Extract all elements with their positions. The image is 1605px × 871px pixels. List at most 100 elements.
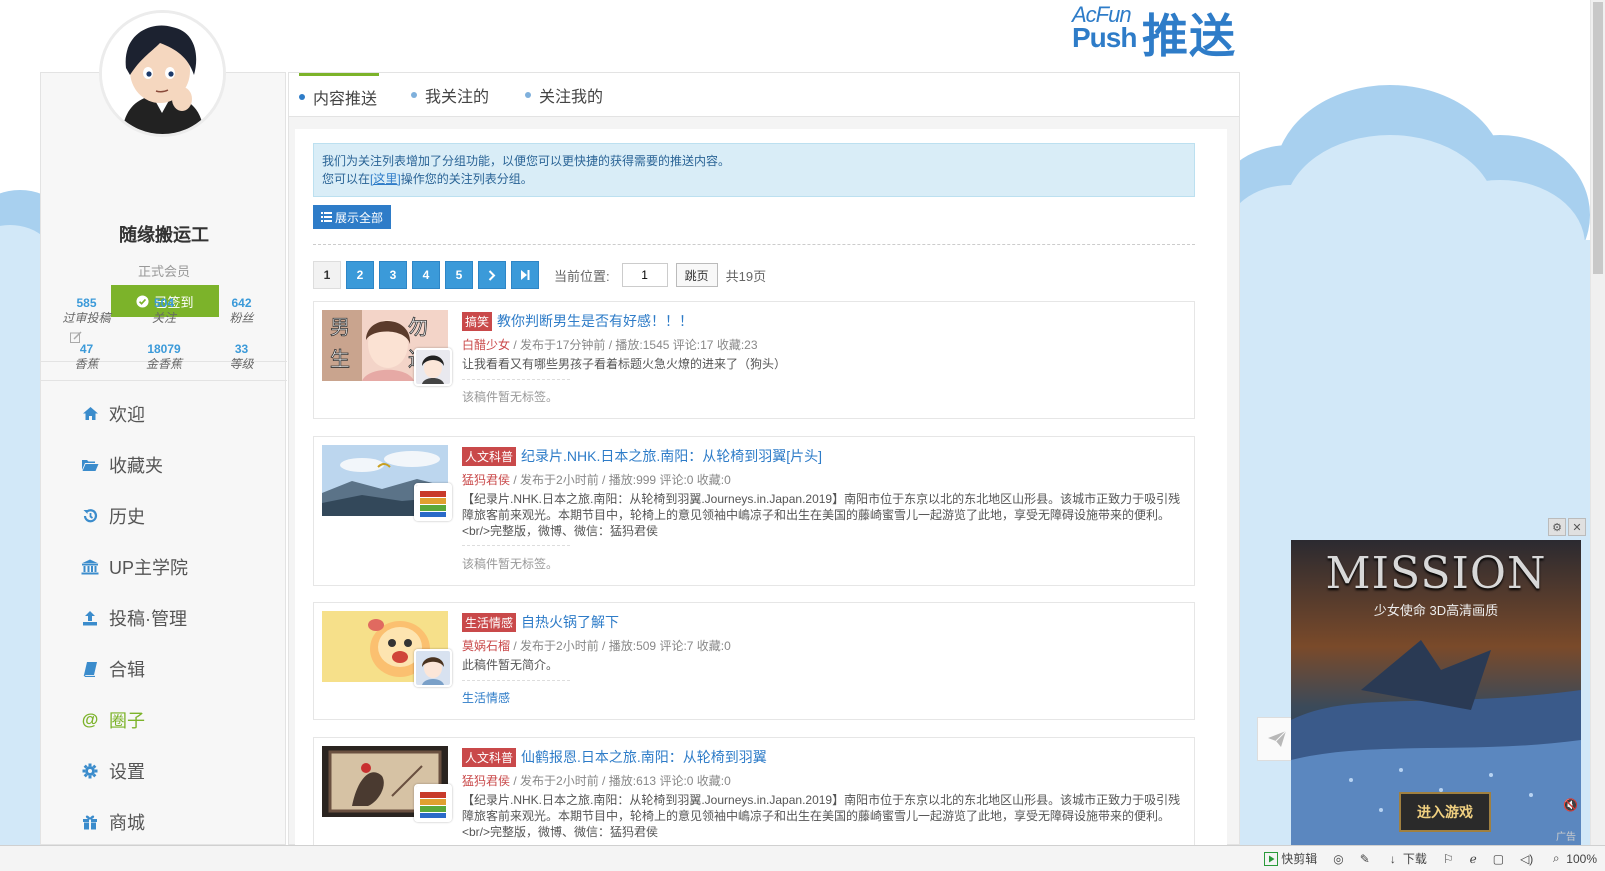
main-panel: 内容推送 我关注的 关注我的 我们为关注列表增加了分组功能，以便您可以更快捷的获…	[288, 72, 1240, 846]
uploader-avatar[interactable]	[414, 649, 452, 687]
category-badge[interactable]: 生活情感	[462, 612, 517, 632]
sidebar-item-uploads[interactable]: 投稿·管理	[41, 592, 287, 643]
comment-count: 评论:17	[672, 338, 714, 352]
divider	[41, 380, 287, 381]
pin-icon[interactable]: ✎	[1360, 852, 1370, 866]
push-content: 我们为关注列表增加了分组功能，以便您可以更快捷的获得需要的推送内容。 您可以在[…	[295, 129, 1227, 846]
stat-label: 等级	[229, 357, 254, 371]
video-tag-link[interactable]: 生活情感	[462, 689, 510, 706]
stat-label: 关注	[151, 311, 176, 325]
category-badge[interactable]: 搞笑	[462, 311, 493, 331]
publish-time: 发布于2小时前	[520, 774, 599, 788]
avatar[interactable]	[99, 10, 226, 137]
page-input[interactable]	[621, 263, 668, 287]
total-pages: 共19页	[725, 268, 767, 284]
sidebar-item-history[interactable]: 历史	[41, 490, 287, 541]
flag-icon[interactable]: ⚐	[1443, 852, 1454, 866]
list-item: 人文科普 仙鹤报恩.日本之旅.南阳：从轮椅到羽翼 猛犸君侯 / 发布于2小时前 …	[313, 737, 1195, 846]
notice-link[interactable]: [这里]	[370, 172, 401, 186]
uploader-name[interactable]: 莫娲石榴	[462, 639, 510, 653]
tab-following[interactable]: 我关注的	[411, 73, 489, 117]
download-button[interactable]: ↓ 下载	[1386, 850, 1427, 867]
video-title[interactable]: 生活情感 自热火锅了解下	[462, 612, 619, 632]
mute-icon[interactable]: 🔇	[1563, 798, 1578, 812]
stat-level[interactable]: 33 等级	[210, 342, 274, 372]
uploader-avatar[interactable]	[414, 483, 452, 521]
category-badge[interactable]: 人文科普	[462, 446, 517, 466]
stat-fans[interactable]: 642 粉丝	[210, 296, 274, 326]
member-type: 正式会员	[137, 264, 190, 279]
uploader-avatar[interactable]	[414, 784, 452, 822]
sidebar-item-label: 欢迎	[109, 404, 145, 425]
quick-clip-button[interactable]: 快剪辑	[1264, 850, 1317, 867]
next-page-button[interactable]	[478, 261, 506, 289]
tab-content-push[interactable]: 内容推送	[299, 73, 379, 117]
stat-following[interactable]: 504 关注	[132, 296, 196, 326]
uploader-name[interactable]: 白醋少女	[462, 338, 510, 352]
video-title[interactable]: 搞笑 教你判断男生是否有好感！！！	[462, 311, 693, 331]
enter-game-button[interactable]: 进入游戏	[1399, 792, 1491, 832]
volume-icon[interactable]: ◁)	[1520, 852, 1533, 866]
video-title[interactable]: 人文科普 仙鹤报恩.日本之旅.南阳：从轮椅到羽翼	[462, 747, 767, 767]
sidebar-item-favorites[interactable]: 收藏夹	[41, 439, 287, 490]
sidebar-item-label: 历史	[109, 506, 145, 527]
book-icon	[81, 660, 99, 678]
game-ad[interactable]: MISSION 少女使命 3D高清画质 进入游戏 🔇 广告	[1291, 540, 1581, 845]
uploader-avatar[interactable]	[414, 348, 452, 386]
show-all-button[interactable]: 展示全部	[313, 205, 391, 229]
close-icon[interactable]: ✕	[1568, 518, 1586, 536]
play-count: 播放:509	[608, 639, 657, 653]
tab-bar: 内容推送 我关注的 关注我的	[289, 73, 1239, 117]
sidebar-nav: 欢迎 收藏夹 历史 UP主学院 投稿·管理 合辑 @ 圈子 设置 商城	[41, 388, 287, 847]
quick-clip-label: 快剪辑	[1281, 852, 1318, 866]
page-button[interactable]: 5	[445, 261, 473, 289]
sidebar-item-collections[interactable]: 合辑	[41, 643, 287, 694]
download-icon: ↓	[1389, 851, 1396, 866]
stat-posts[interactable]: 585 过审投稿	[55, 296, 119, 326]
sidebar-item-welcome[interactable]: 欢迎	[41, 388, 287, 439]
jump-page-button[interactable]: 跳页	[675, 263, 718, 287]
acfun-push-logo[interactable]: AcFun Push 推送	[1072, 2, 1242, 62]
zoom-control[interactable]: ⌕ 100%	[1549, 851, 1597, 866]
list-item: 人文科普 纪录片.NHK.日本之旅.南阳：从轮椅到羽翼[片头] 猛犸君侯 / 发…	[313, 436, 1195, 586]
page-button[interactable]: 1	[313, 261, 341, 289]
scrollbar-thumb[interactable]	[1593, 2, 1603, 274]
last-page-button[interactable]	[511, 261, 539, 289]
list-item: 男 勿 生 进 搞笑 教你判断男生是否有好感！！！ 白醋少女 / 发布于17分钟…	[313, 301, 1195, 419]
divider	[462, 379, 570, 380]
page-button[interactable]: 2	[346, 261, 374, 289]
stat-gold-bananas[interactable]: 18079 金香蕉	[132, 342, 196, 372]
speed-icon[interactable]: ◎	[1333, 852, 1343, 866]
sidebar-item-label: UP主学院	[109, 557, 189, 578]
window-icon[interactable]: ▢	[1493, 852, 1504, 866]
page-scrollbar[interactable]	[1590, 0, 1605, 845]
username[interactable]: 随缘搬运工	[41, 221, 287, 247]
sidebar-item-settings[interactable]: 设置	[41, 745, 287, 796]
user-stats: 585 过审投稿 504 关注 642 粉丝 47 香蕉 18079 金香蕉 33 等级	[41, 296, 287, 372]
stat-value: 33	[234, 342, 249, 356]
category-badge[interactable]: 人文科普	[462, 747, 517, 767]
stat-label: 过审投稿	[62, 311, 111, 325]
current-location-label: 当前位置:	[554, 268, 610, 284]
uploader-name[interactable]: 猛犸君侯	[462, 473, 510, 487]
tab-followers[interactable]: 关注我的	[525, 73, 603, 117]
page-button[interactable]: 4	[412, 261, 440, 289]
stat-value: 18079	[147, 342, 181, 356]
video-meta: 猛犸君侯 / 发布于2小时前 / 播放:613 评论:0 收藏:0	[462, 774, 731, 788]
upload-icon	[81, 609, 99, 627]
thumb-caption: 生	[330, 347, 350, 371]
uploader-name[interactable]: 猛犸君侯	[462, 774, 510, 788]
zoom-level: 100%	[1566, 851, 1597, 866]
ad-title: MISSION	[1325, 548, 1547, 599]
bullet-icon	[299, 93, 305, 100]
sidebar-item-circles[interactable]: @ 圈子	[41, 694, 287, 745]
play-count: 播放:999	[608, 473, 657, 487]
divider	[313, 244, 1195, 245]
stat-bananas[interactable]: 47 香蕉	[55, 342, 119, 372]
sidebar-item-up-academy[interactable]: UP主学院	[41, 541, 287, 592]
video-title[interactable]: 人文科普 纪录片.NHK.日本之旅.南阳：从轮椅到羽翼[片头]	[462, 446, 822, 466]
ie-icon[interactable]: ℯ	[1470, 852, 1477, 866]
sidebar-item-shop[interactable]: 商城	[41, 796, 287, 847]
ad-settings-icon[interactable]: ⚙	[1548, 518, 1566, 536]
page-button[interactable]: 3	[379, 261, 407, 289]
